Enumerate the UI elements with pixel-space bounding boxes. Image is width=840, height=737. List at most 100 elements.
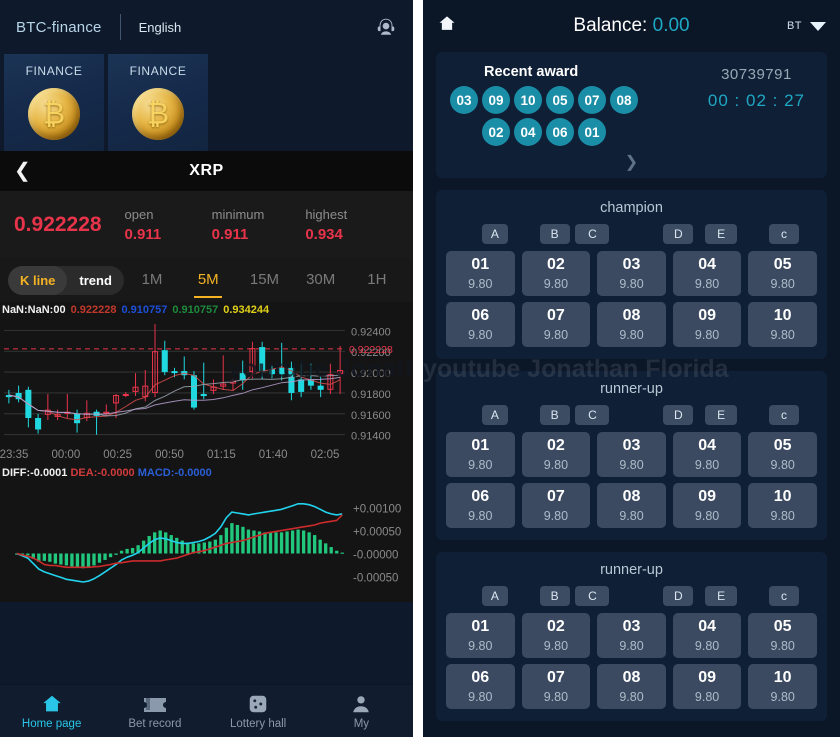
bet-option[interactable]: 069.80 [446,664,515,709]
bet-number: 06 [471,669,489,687]
svg-text:0.922228: 0.922228 [349,344,393,356]
tab-kline[interactable]: K line [8,266,67,295]
letter-button-b[interactable]: B [540,405,570,425]
nav-my-label: My [354,718,369,730]
bet-option[interactable]: 019.80 [446,251,515,296]
letter-button-a[interactable]: A [482,224,508,244]
timeframe-1m[interactable]: 1M [124,263,180,298]
countdown-timer: 00 : 02 : 27 [708,91,805,111]
bet-option[interactable]: 109.80 [748,483,817,528]
bet-option[interactable]: 109.80 [748,664,817,709]
bet-option[interactable]: 079.80 [522,664,591,709]
bet-option[interactable]: 039.80 [597,613,666,658]
letter-button-b[interactable]: B [540,586,570,606]
letter-button-a[interactable]: A [482,405,508,425]
bet-number: 07 [547,669,565,687]
letter-button-e[interactable]: E [705,224,737,244]
bet-odds: 9.80 [695,458,719,472]
kline-chart-container[interactable]: NaN:NaN:000.9222280.9107570.9107570.9342… [0,302,413,602]
bet-option[interactable]: 099.80 [673,664,742,709]
timeframe-15m[interactable]: 15M [236,263,292,298]
bet-odds: 9.80 [544,277,568,291]
left-panel: BTC-finance English FINANCE FINANCE [0,0,413,737]
bet-option[interactable]: 069.80 [446,483,515,528]
letter-button-c[interactable]: C [575,405,609,425]
draw-info: 30739791 00 : 02 : 27 [708,66,805,111]
bet-option[interactable]: 049.80 [673,613,742,658]
bet-option[interactable]: 089.80 [597,664,666,709]
promo-card[interactable]: FINANCE [108,54,208,151]
letter-button-c-lower[interactable]: c [769,586,799,606]
bet-option[interactable]: 099.80 [673,483,742,528]
timeframe-30m[interactable]: 30M [293,263,349,298]
svg-text:-0.00000: -0.00000 [353,550,398,562]
bet-option[interactable]: 099.80 [673,302,742,347]
macd-legend: DIFF:-0.0001 DEA:-0.0000 MACD:-0.0000 [0,464,413,482]
award-balls-row-2: 02 04 06 01 [482,118,712,146]
award-ball: 04 [514,118,542,146]
nav-my[interactable]: My [310,693,413,730]
letter-button-d[interactable]: D [663,586,693,606]
bet-odds: 9.80 [544,328,568,342]
bet-option[interactable]: 039.80 [597,251,666,296]
letter-button-d[interactable]: D [663,224,693,244]
bet-option[interactable]: 029.80 [522,432,591,477]
dice-icon [247,693,269,715]
brand-logo[interactable]: BTC-finance [16,19,102,36]
letter-button-e[interactable]: E [705,405,737,425]
letter-button-c[interactable]: C [575,224,609,244]
letter-button-d[interactable]: D [663,405,693,425]
letter-button-c-lower[interactable]: c [769,405,799,425]
bet-option[interactable]: 089.80 [597,302,666,347]
language-selector[interactable]: English [139,20,182,35]
bet-option[interactable]: 029.80 [522,251,591,296]
nav-bet-record[interactable]: Bet record [103,693,206,730]
nav-home-page[interactable]: Home page [0,693,103,730]
letter-button-e[interactable]: E [705,586,737,606]
bet-number: 05 [774,256,792,274]
bet-option[interactable]: 079.80 [522,483,591,528]
svg-text:+0.00050: +0.00050 [353,527,401,539]
timeframe-5m[interactable]: 5M [180,263,236,298]
bet-option[interactable]: 069.80 [446,302,515,347]
letter-button-b[interactable]: B [540,224,570,244]
headset-icon[interactable] [375,16,397,38]
letter-button-c[interactable]: C [575,586,609,606]
letter-button-a[interactable]: A [482,586,508,606]
bet-option[interactable]: 089.80 [597,483,666,528]
bet-number: 09 [698,669,716,687]
bet-number: 07 [547,307,565,325]
bet-option[interactable]: 039.80 [597,432,666,477]
chart-mode-switch: K line trend [8,266,124,295]
bet-option[interactable]: 049.80 [673,432,742,477]
bet-option[interactable]: 059.80 [748,613,817,658]
svg-text:00:00: 00:00 [51,449,80,461]
macd-chart[interactable]: +0.00100+0.00050-0.00000-0.00050 [0,482,413,602]
bitcoin-coin-icon [28,88,80,140]
bet-section-runner-up-1: runner-up A B C D E c 019.80 029.80 039.… [436,371,827,540]
expand-award-button[interactable]: ❯ [450,152,813,172]
tab-trend[interactable]: trend [67,266,124,295]
svg-text:0.91400: 0.91400 [351,431,391,443]
bet-option[interactable]: 019.80 [446,432,515,477]
bet-option[interactable]: 049.80 [673,251,742,296]
bet-option[interactable]: 059.80 [748,432,817,477]
letter-row: A B C D E c [446,586,817,613]
bet-odds: 9.80 [468,277,492,291]
ticket-icon [142,693,168,715]
balance-label: Balance: [573,15,647,36]
bet-option[interactable]: 109.80 [748,302,817,347]
bet-option[interactable]: 079.80 [522,302,591,347]
nav-lottery-hall[interactable]: Lottery hall [207,693,310,730]
letter-button-c-lower[interactable]: c [769,224,799,244]
bet-number: 09 [698,488,716,506]
bet-option[interactable]: 019.80 [446,613,515,658]
timeframe-1h[interactable]: 1H [349,263,405,298]
bet-odds: 9.80 [544,509,568,523]
kline-chart[interactable]: 0.924000.922000.920000.918000.916000.914… [0,316,413,464]
currency-selector[interactable]: BT [787,20,826,32]
svg-text:0.91600: 0.91600 [351,410,391,422]
bet-option[interactable]: 029.80 [522,613,591,658]
bet-option[interactable]: 059.80 [748,251,817,296]
promo-card[interactable]: FINANCE [4,54,104,151]
